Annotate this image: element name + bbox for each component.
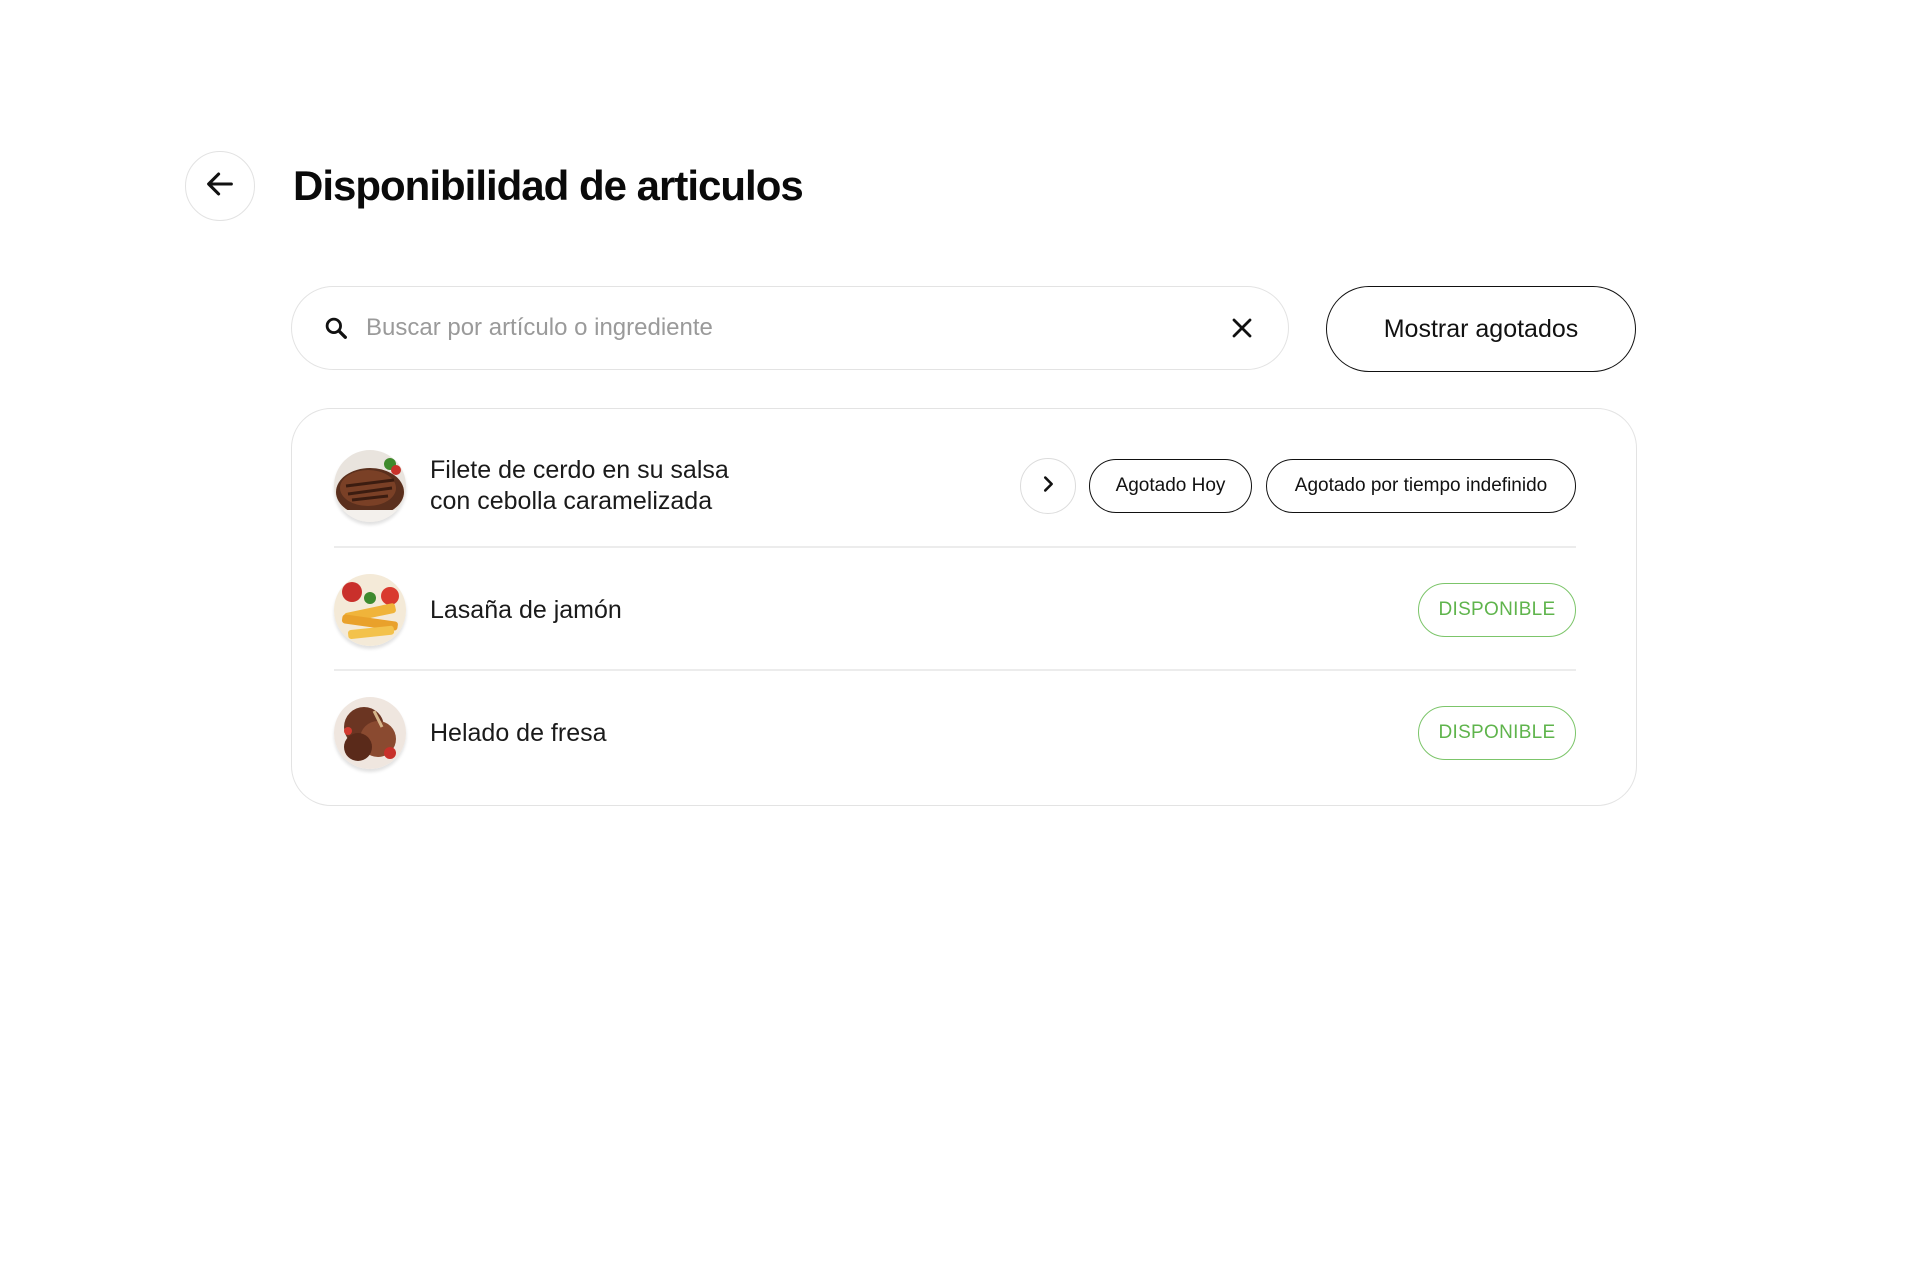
item-actions: Agotado Hoy Agotado por tiempo indefinid… — [1020, 458, 1576, 514]
sold-out-today-button[interactable]: Agotado Hoy — [1089, 459, 1252, 513]
page-title: Disponibilidad de articulos — [293, 162, 804, 209]
search-row: Mostrar agotados — [291, 286, 1637, 372]
item-name-line: Filete de cerdo en su salsa — [430, 456, 729, 484]
close-icon[interactable] — [1222, 308, 1262, 348]
list-item: Helado de fresa DISPONIBLE — [334, 696, 1576, 770]
item-name: Helado de fresa — [430, 718, 1418, 749]
divider — [334, 546, 1576, 548]
sold-out-indefinite-button[interactable]: Agotado por tiempo indefinido — [1266, 459, 1576, 513]
arrow-left-icon — [203, 167, 237, 206]
item-name: Lasaña de jamón — [430, 595, 1418, 626]
item-name-line: con cebolla caramelizada — [430, 487, 713, 515]
item-name-line: Lasaña de jamón — [430, 595, 622, 624]
page: Disponibilidad de articulos Mostrar agot… — [0, 0, 1920, 1280]
item-name-line: Helado de fresa — [430, 718, 607, 747]
item-actions: DISPONIBLE — [1418, 706, 1576, 760]
available-button[interactable]: DISPONIBLE — [1418, 706, 1576, 760]
divider — [334, 669, 1576, 671]
search-input[interactable] — [364, 313, 1222, 343]
item-thumbnail — [334, 574, 406, 646]
item-thumbnail — [334, 697, 406, 769]
show-sold-out-button[interactable]: Mostrar agotados — [1326, 286, 1636, 372]
search-box — [291, 286, 1289, 370]
item-actions: DISPONIBLE — [1418, 583, 1576, 637]
available-button[interactable]: DISPONIBLE — [1418, 583, 1576, 637]
expand-button[interactable] — [1020, 458, 1076, 514]
chevron-right-icon — [1037, 473, 1059, 500]
items-list: Filete de cerdo en su salsa con cebolla … — [291, 408, 1637, 806]
list-item: Lasaña de jamón DISPONIBLE — [334, 573, 1576, 647]
back-button[interactable] — [185, 151, 255, 221]
list-item: Filete de cerdo en su salsa con cebolla … — [334, 449, 1576, 523]
item-name: Filete de cerdo en su salsa con cebolla … — [430, 455, 1020, 517]
header: Disponibilidad de articulos — [185, 151, 804, 221]
search-icon — [322, 314, 350, 342]
item-thumbnail — [334, 450, 406, 522]
